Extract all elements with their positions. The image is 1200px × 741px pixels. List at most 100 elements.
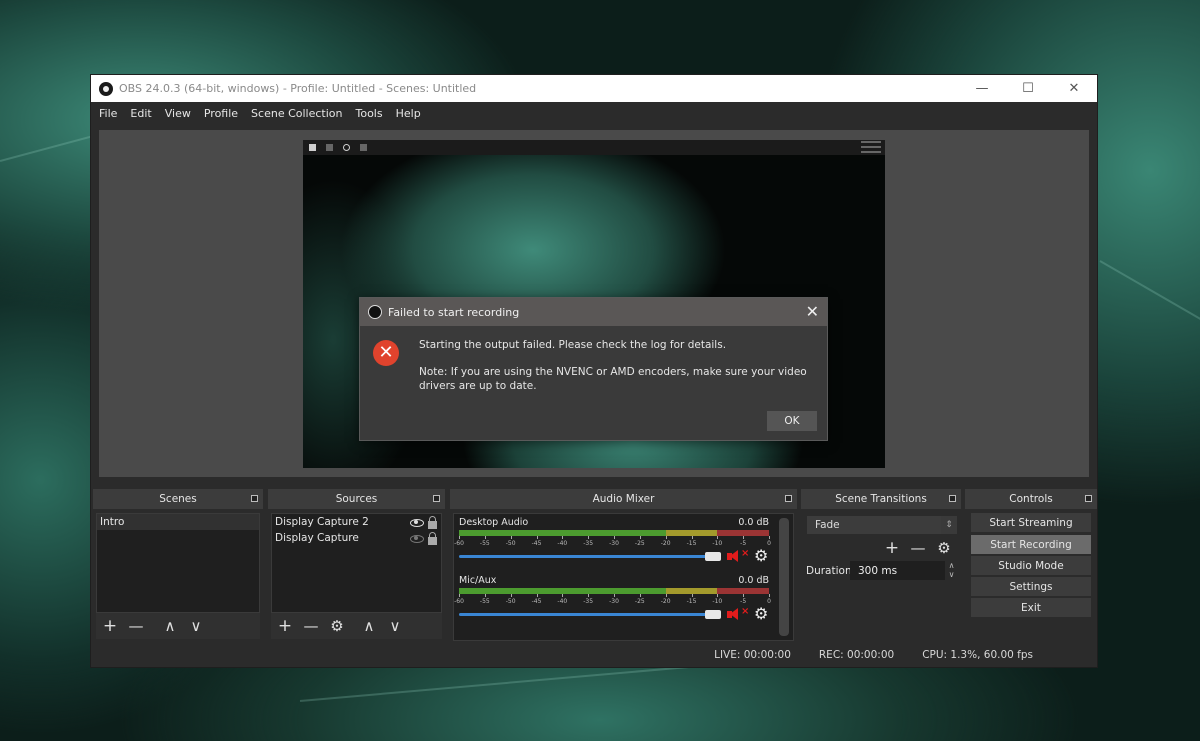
exit-button[interactable]: Exit	[971, 598, 1091, 617]
duration-down-icon[interactable]: ∨	[945, 570, 958, 579]
scenes-dock: Scenes Intro + — ∧ ∨	[93, 489, 263, 641]
transition-select[interactable]: Fade	[807, 516, 957, 534]
close-button[interactable]: ✕	[1051, 75, 1097, 102]
meter-tick-label: -30	[609, 598, 619, 605]
move-source-up-button[interactable]: ∧	[359, 616, 379, 636]
meter-tick	[717, 536, 719, 539]
meter-tick	[743, 536, 745, 539]
channel-level: 0.0 dB	[738, 517, 769, 528]
duration-spinner[interactable]: ∧ ∨	[945, 561, 958, 580]
move-source-down-button[interactable]: ∨	[385, 616, 405, 636]
move-scene-up-button[interactable]: ∧	[160, 616, 180, 636]
sources-toolbar: + — ⚙ ∧ ∨	[271, 613, 442, 639]
scenes-dock-header: Scenes	[93, 489, 263, 509]
meter-tick-label: -25	[634, 598, 645, 605]
duration-input[interactable]	[850, 561, 945, 580]
transition-select-spin-icon[interactable]: ⇕	[941, 516, 957, 534]
channel-name: Mic/Aux	[459, 575, 497, 586]
dock-float-icon[interactable]	[251, 495, 258, 502]
duration-up-icon[interactable]: ∧	[945, 561, 958, 570]
volume-slider[interactable]	[459, 608, 721, 620]
live-timer: LIVE: 00:00:00	[714, 649, 791, 661]
sources-dock: Sources Display Capture 2 Display Captur…	[268, 489, 445, 641]
meter-tick-label: -35	[583, 540, 594, 547]
meter-tick	[536, 594, 538, 597]
ok-button[interactable]: OK	[767, 411, 817, 431]
volume-handle[interactable]	[705, 610, 721, 619]
source-item[interactable]: Display Capture 2	[272, 514, 441, 530]
meter-tick-label: -45	[531, 598, 542, 605]
transition-toolbar: + — ⚙	[882, 538, 954, 558]
add-scene-button[interactable]: +	[100, 616, 120, 636]
volume-track	[459, 555, 721, 558]
maximize-button[interactable]: ☐	[1005, 75, 1051, 102]
source-item-label: Display Capture	[275, 532, 359, 544]
channel-settings-gear-icon[interactable]: ⚙	[754, 604, 768, 623]
error-dialog: Failed to start recording ✕ ✕ Starting t…	[359, 297, 828, 441]
meter-tick-label: -20	[660, 598, 671, 605]
mixer-scrollbar[interactable]	[779, 518, 789, 636]
source-item-icons	[410, 531, 437, 545]
controls-dock-header: Controls	[965, 489, 1097, 509]
minimize-button[interactable]: —	[959, 75, 1005, 102]
scene-transitions-dock: Scene Transitions Fade ⇕ + — ⚙ Duration …	[801, 489, 961, 641]
meter-tick	[614, 536, 615, 539]
channel-level: 0.0 dB	[738, 575, 769, 586]
dock-float-icon[interactable]	[433, 495, 440, 502]
meter-tick	[562, 594, 564, 597]
status-bar: LIVE: 00:00:00 REC: 00:00:00 CPU: 1.3%, …	[91, 643, 1097, 667]
meter-tick-label: -40	[557, 540, 568, 547]
volume-handle[interactable]	[705, 552, 721, 561]
source-properties-gear-icon[interactable]: ⚙	[327, 616, 347, 636]
dock-float-icon[interactable]	[1085, 495, 1092, 502]
dialog-title-bar: Failed to start recording ✕	[360, 298, 827, 326]
meter-tick-label: -60	[454, 598, 464, 605]
controls-dock: Controls Start Streaming Start Recording…	[965, 489, 1097, 641]
dock-float-icon[interactable]	[949, 495, 956, 502]
remove-source-button[interactable]: —	[301, 616, 321, 636]
captured-taskbar	[303, 140, 885, 155]
menu-edit[interactable]: Edit	[126, 107, 155, 120]
dock-float-icon[interactable]	[785, 495, 792, 502]
dialog-close-icon[interactable]: ✕	[806, 302, 819, 321]
remove-scene-button[interactable]: —	[126, 616, 146, 636]
muted-speaker-icon[interactable]	[727, 550, 739, 563]
volume-track	[459, 613, 721, 616]
studio-mode-button[interactable]: Studio Mode	[971, 556, 1091, 575]
meter-tick	[459, 536, 460, 539]
meter-tick	[484, 536, 486, 539]
settings-button[interactable]: Settings	[971, 577, 1091, 596]
start-recording-button[interactable]: Start Recording	[971, 535, 1091, 554]
move-scene-down-button[interactable]: ∨	[186, 616, 206, 636]
cortana-icon	[343, 144, 350, 151]
audio-channel: Desktop Audio 0.0 dB -60 -55 -50 -45 -40 -35 -…	[454, 517, 771, 575]
menu-view[interactable]: View	[161, 107, 195, 120]
menu-file[interactable]: File	[95, 107, 121, 120]
obs-logo-icon	[99, 81, 113, 96]
meter-tick	[588, 594, 590, 597]
menu-profile[interactable]: Profile	[200, 107, 242, 120]
remove-transition-button[interactable]: —	[908, 538, 928, 558]
windows-start-icon	[309, 144, 316, 151]
volume-slider[interactable]	[459, 550, 721, 562]
meter-tick-label: -5	[740, 598, 747, 605]
unlocked-icon[interactable]	[428, 516, 437, 529]
add-transition-button[interactable]: +	[882, 538, 902, 558]
source-item[interactable]: Display Capture	[272, 530, 441, 546]
meter-tick	[588, 536, 590, 539]
channel-settings-gear-icon[interactable]: ⚙	[754, 546, 768, 565]
unlocked-icon[interactable]	[428, 532, 437, 545]
meter-tick-label: -20	[660, 540, 671, 547]
transition-properties-gear-icon[interactable]: ⚙	[934, 538, 954, 558]
start-streaming-button[interactable]: Start Streaming	[971, 513, 1091, 532]
visibility-hidden-eye-icon[interactable]	[410, 535, 424, 543]
menu-help[interactable]: Help	[392, 107, 425, 120]
dialog-message: Starting the output failed. Please check…	[419, 338, 819, 406]
controls-body: Start Streaming Start Recording Studio M…	[968, 513, 1094, 641]
muted-speaker-icon[interactable]	[727, 608, 739, 621]
menu-tools[interactable]: Tools	[352, 107, 387, 120]
visibility-eye-icon[interactable]	[410, 519, 424, 527]
add-source-button[interactable]: +	[275, 616, 295, 636]
scene-item[interactable]: Intro	[97, 514, 259, 530]
menu-scene-collection[interactable]: Scene Collection	[247, 107, 346, 120]
